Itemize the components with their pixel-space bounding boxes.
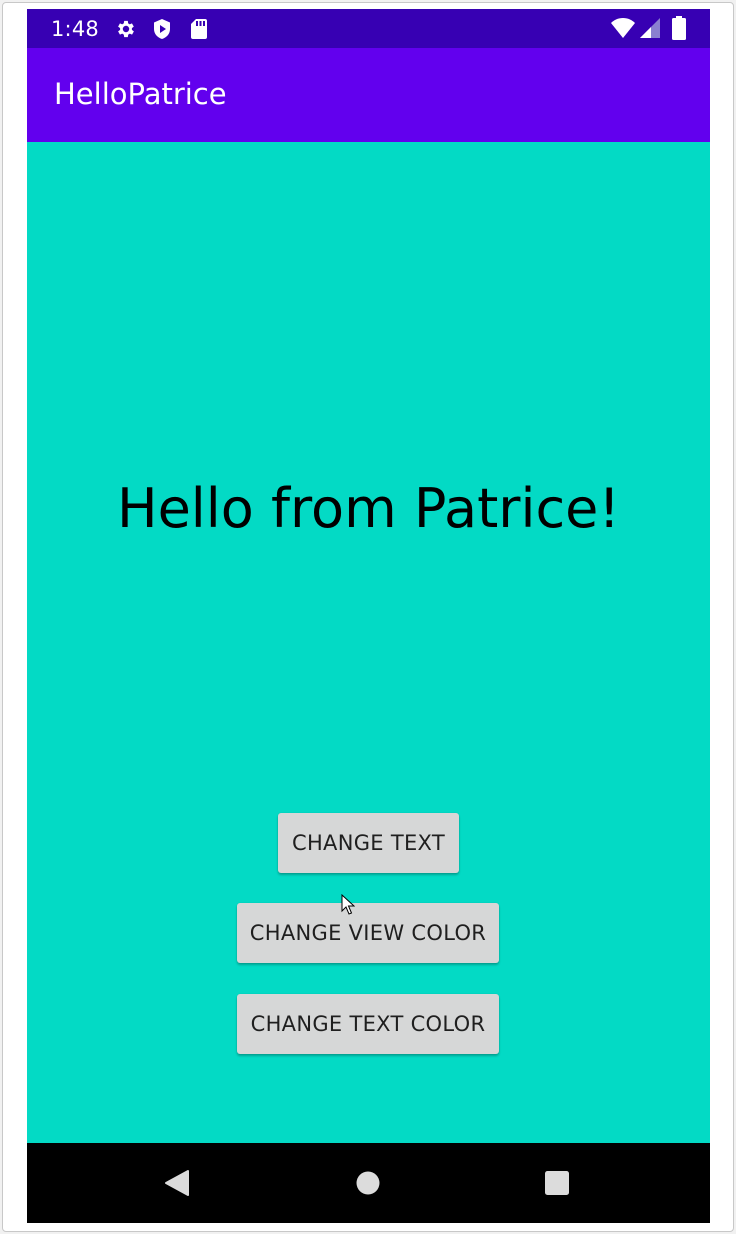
status-bar: 1:48 — [27, 9, 710, 48]
change-text-button[interactable]: CHANGE TEXT — [278, 813, 459, 873]
wifi-icon — [610, 17, 636, 44]
mouse-cursor-icon — [341, 893, 356, 921]
device-screen: 1:48 HelloPatrice Hello from Patrice! CH… — [27, 9, 710, 1223]
change-text-color-button[interactable]: CHANGE TEXT COLOR — [237, 994, 499, 1054]
battery-icon — [672, 16, 686, 45]
status-time: 1:48 — [51, 17, 99, 41]
main-content: Hello from Patrice! CHANGE TEXT CHANGE V… — [27, 142, 710, 1143]
signal-icon — [639, 17, 661, 44]
app-title: HelloPatrice — [54, 77, 227, 111]
app-bar: HelloPatrice — [27, 48, 710, 142]
home-icon[interactable] — [355, 1169, 381, 1202]
navigation-bar — [27, 1143, 710, 1223]
gear-icon — [115, 18, 137, 45]
emulator-window: 1:48 HelloPatrice Hello from Patrice! CH… — [0, 0, 736, 1234]
sd-card-icon — [190, 18, 208, 45]
change-view-color-button[interactable]: CHANGE VIEW COLOR — [237, 903, 499, 963]
hello-text: Hello from Patrice! — [116, 477, 621, 540]
recents-icon[interactable] — [544, 1169, 570, 1202]
shield-play-icon — [152, 18, 172, 45]
back-icon[interactable] — [164, 1169, 190, 1202]
